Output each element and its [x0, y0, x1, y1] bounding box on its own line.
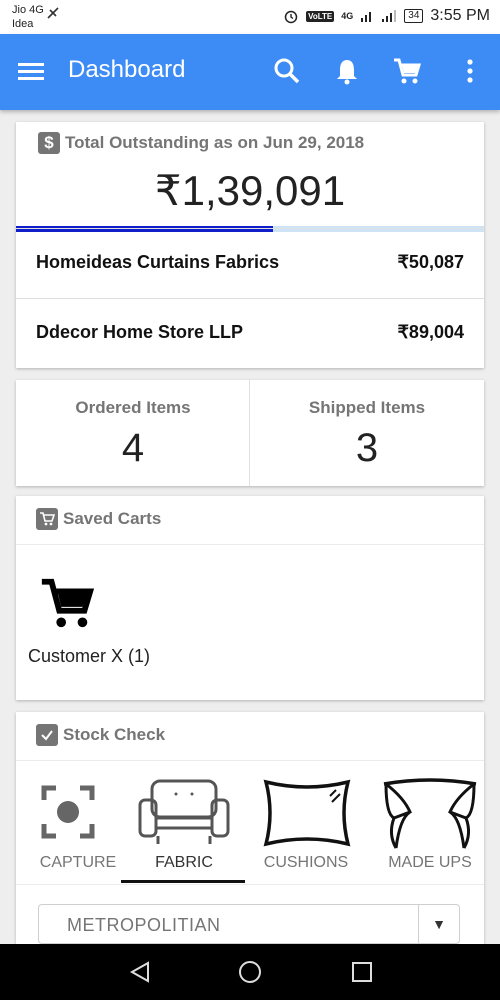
carrier-line2: Idea [12, 18, 34, 30]
bell-icon[interactable] [332, 56, 362, 86]
saved-carts-divider [16, 544, 484, 545]
brand-select[interactable]: METROPOLITIAN ▼ [38, 904, 460, 944]
signal-icon-2 [382, 10, 397, 22]
more-vert-icon[interactable] [455, 56, 485, 86]
saved-cart-item[interactable]: Customer X (1) [28, 574, 178, 674]
customer-name: Homeideas Curtains Fabrics [36, 252, 280, 272]
cart-small-icon [36, 508, 58, 530]
data-saver-icon [47, 7, 59, 19]
stock-check-heading-text: Stock Check [63, 725, 166, 744]
battery-indicator: 34 [404, 9, 424, 23]
outstanding-row[interactable]: Homeideas Curtains Fabrics ₹50,087 [16, 228, 484, 296]
shipped-items-label: Shipped Items [308, 398, 426, 417]
total-outstanding-amount: ₹1,39,091 [154, 167, 346, 214]
app-bar: Dashboard [0, 34, 500, 110]
outstanding-heading-text: Total Outstanding as on Jun 29, 2018 [65, 133, 365, 152]
clock: 3:55 PM [430, 7, 490, 24]
back-icon[interactable] [128, 960, 152, 984]
outstanding-card: $ Total Outstanding as on Jun 29, 2018 ₹… [16, 122, 484, 368]
customer-amount: ₹89,004 [397, 322, 464, 342]
outstanding-heading: $ Total Outstanding as on Jun 29, 2018 [38, 132, 364, 154]
cart-icon [41, 578, 95, 628]
ordered-items-stat[interactable]: Ordered Items 4 [16, 380, 250, 486]
volte-badge: VoLTE [306, 10, 335, 22]
page-title: Dashboard [68, 56, 186, 83]
signal-icon [361, 12, 372, 22]
outstanding-row[interactable]: Ddecor Home Store LLP ₹89,004 [16, 298, 484, 366]
curtain-icon [383, 778, 477, 849]
tab-label: MADE UPS [388, 854, 472, 871]
brand-select-value: METROPOLITIAN [67, 915, 221, 935]
order-stats-card: Ordered Items 4 Shipped Items 3 [16, 380, 484, 486]
shipped-items-stat[interactable]: Shipped Items 3 [250, 380, 484, 486]
tab-cushions[interactable]: CUSHIONS [244, 774, 368, 886]
tab-made-ups[interactable]: MADE UPS [368, 774, 492, 886]
saved-carts-card: Saved Carts Customer X (1) [16, 496, 484, 700]
stock-check-card: Stock Check CAPTURE FABRIC CUSHIONS MADE… [16, 712, 484, 944]
saved-carts-heading-text: Saved Carts [63, 509, 162, 528]
armchair-icon [138, 779, 230, 844]
ordered-items-value: 4 [121, 426, 145, 470]
tab-label: CUSHIONS [263, 854, 349, 871]
shipped-items-value: 3 [355, 426, 379, 470]
capture-icon [41, 785, 95, 839]
active-tab-indicator [121, 880, 245, 883]
carrier-line1: Jio 4G [12, 4, 44, 16]
tabs-divider [16, 884, 484, 885]
check-icon [36, 724, 58, 746]
carrier-info: Jio 4G Idea [12, 3, 44, 31]
customer-name: Ddecor Home Store LLP [36, 322, 244, 342]
cushion-icon [263, 779, 351, 847]
ordered-items-label: Ordered Items [75, 398, 191, 417]
dollar-icon: $ [38, 132, 60, 154]
tab-label: FABRIC [155, 854, 213, 871]
saved-cart-label: Customer X (1) [28, 646, 151, 666]
customer-amount: ₹50,087 [397, 252, 464, 272]
search-icon[interactable] [272, 56, 302, 86]
chevron-down-icon[interactable]: ▼ [418, 905, 459, 943]
cart-icon[interactable] [392, 56, 422, 86]
home-icon[interactable] [238, 960, 262, 984]
recents-icon[interactable] [350, 960, 374, 984]
system-nav-bar [0, 944, 500, 1000]
network-type: 4G [341, 11, 354, 21]
status-bar: Jio 4G Idea VoLTE 4G 34 3:55 PM [0, 0, 500, 34]
saved-carts-heading: Saved Carts [36, 508, 161, 530]
tab-fabric[interactable]: FABRIC [122, 774, 246, 886]
alarm-icon [284, 10, 298, 24]
stock-check-heading: Stock Check [36, 724, 165, 746]
menu-icon[interactable] [16, 56, 46, 86]
stock-check-divider [16, 760, 484, 761]
